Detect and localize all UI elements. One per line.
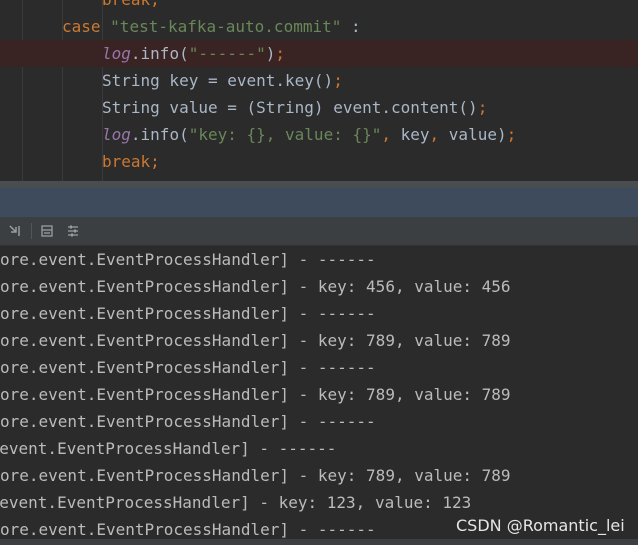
log-line: ore.event.EventProcessHandler] - ------ <box>0 304 376 323</box>
print-icon[interactable] <box>38 222 56 240</box>
code-token: .info( <box>130 125 189 144</box>
code-token: ; <box>275 44 286 63</box>
code-token: String value = (String) event.content() <box>102 98 478 117</box>
code-token: key <box>400 125 430 144</box>
code-token: : <box>341 17 361 36</box>
code-line: String value = (String) event.content(); <box>0 94 638 121</box>
log-line: ore.event.EventProcessHandler] - ------ <box>0 250 376 269</box>
log-line: ore.event.EventProcessHandler] - ------ <box>0 412 376 431</box>
log-line: ore.event.EventProcessHandler] - key: 78… <box>0 385 511 404</box>
code-token: ) <box>265 44 276 63</box>
code-line: case "test-kafka-auto.commit" : <box>0 13 638 40</box>
code-token: log <box>102 125 131 144</box>
log-line: e.event.EventProcessHandler] - key: 123,… <box>0 493 472 512</box>
console-header-bar <box>0 188 638 217</box>
console-output[interactable]: ore.event.EventProcessHandler] - ------ o… <box>0 246 638 545</box>
code-token: ; <box>506 125 517 144</box>
code-token: .info( <box>130 44 189 63</box>
code-token: String key = event.key() <box>102 71 334 90</box>
code-token: ; <box>333 71 343 90</box>
code-token: "key: {}, value: {}" <box>188 125 382 144</box>
code-token: value) <box>448 125 507 144</box>
code-token: case <box>62 17 111 36</box>
toolbar-separator <box>31 223 32 239</box>
code-token: break; <box>102 0 160 9</box>
code-line: log.info("------"); <box>0 40 638 67</box>
code-token: "------" <box>188 44 266 63</box>
log-line: ore.event.EventProcessHandler] - key: 45… <box>0 277 511 296</box>
code-token: log <box>102 44 131 63</box>
code-editor[interactable]: break;case "test-kafka-auto.commit" :log… <box>0 0 638 181</box>
code-token: , <box>429 125 449 144</box>
code-line: log.info("key: {}, value: {}", key, valu… <box>0 121 638 148</box>
code-line: String key = event.key(); <box>0 67 638 94</box>
code-token: ; <box>477 98 488 117</box>
horizontal-scrollbar[interactable] <box>0 539 638 545</box>
code-line: break; <box>0 148 638 175</box>
console-toolbar <box>0 217 638 246</box>
log-line: ore.event.EventProcessHandler] - key: 78… <box>0 331 511 350</box>
log-line: e.event.EventProcessHandler] - ------ <box>0 439 337 458</box>
log-line: ore.event.EventProcessHandler] - ------ <box>0 358 376 377</box>
code-token: "test-kafka-auto.commit" <box>110 17 342 36</box>
code-token: break; <box>102 152 160 171</box>
scroll-to-end-icon[interactable] <box>6 222 24 240</box>
settings-icon[interactable] <box>64 222 82 240</box>
code-line: break; <box>0 0 638 13</box>
log-line: ore.event.EventProcessHandler] - key: 78… <box>0 466 511 485</box>
watermark: CSDN @Romantic_lei <box>456 516 625 535</box>
code-token: , <box>381 125 401 144</box>
panel-splitter[interactable] <box>0 181 638 188</box>
